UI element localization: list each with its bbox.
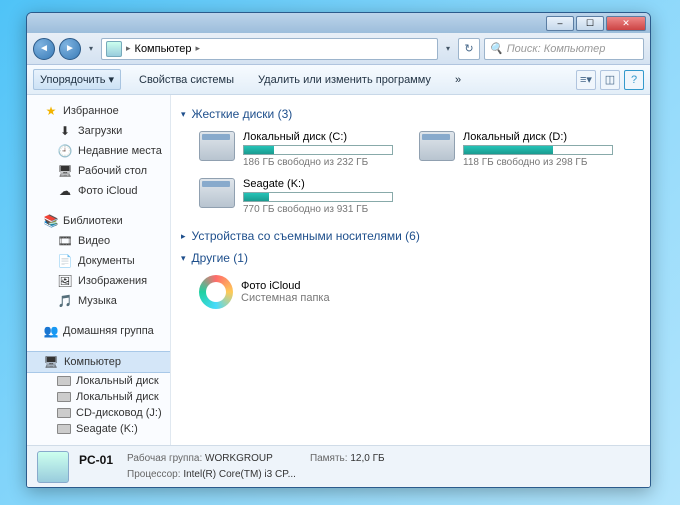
recent-icon: 🕘 xyxy=(57,143,73,159)
toolbar: Упорядочить▾ Свойства системы Удалить ил… xyxy=(27,65,650,95)
drive-free-text: 118 ГБ свободно из 298 ГБ xyxy=(463,157,619,168)
document-icon: 📄 xyxy=(57,253,73,269)
capacity-bar xyxy=(463,145,613,155)
close-button[interactable]: ✕ xyxy=(606,16,646,31)
picture-icon: 🖼 xyxy=(57,273,73,289)
organize-button[interactable]: Упорядочить▾ xyxy=(33,69,121,90)
folder-subtitle: Системная папка xyxy=(241,292,330,304)
sidebar-favorites-header[interactable]: ★ Избранное xyxy=(27,101,170,121)
drive-c[interactable]: Локальный диск (C:) 186 ГБ свободно из 2… xyxy=(199,131,399,168)
minimize-button[interactable]: – xyxy=(546,16,574,31)
capacity-bar xyxy=(243,145,393,155)
drive-icon xyxy=(57,376,71,386)
sidebar-computer-header[interactable]: 🖥 Компьютер xyxy=(27,351,170,373)
desktop-icon: 🖥 xyxy=(57,163,73,179)
content-pane: ▾ Жесткие диски (3) Локальный диск (C:) … xyxy=(171,95,650,445)
drive-d[interactable]: Локальный диск (D:) 118 ГБ свободно из 2… xyxy=(419,131,619,168)
memory-label: Память: xyxy=(310,453,348,464)
section-other[interactable]: ▾ Другие (1) xyxy=(181,247,640,269)
sidebar-item-seagate[interactable]: Seagate (K:) xyxy=(27,421,170,437)
titlebar: – ☐ ✕ xyxy=(27,13,650,33)
help-button[interactable]: ? xyxy=(624,70,644,90)
computer-icon: 🖥 xyxy=(43,354,59,370)
cpu-label: Процессор: xyxy=(127,469,181,480)
sidebar-item-desktop[interactable]: 🖥Рабочий стол xyxy=(27,161,170,181)
system-properties-button[interactable]: Свойства системы xyxy=(133,71,240,89)
computer-icon xyxy=(37,451,69,483)
preview-pane-button[interactable]: ◫ xyxy=(600,70,620,90)
search-icon: 🔍 xyxy=(489,42,503,55)
capacity-bar xyxy=(243,192,393,202)
computer-icon xyxy=(106,41,122,57)
sidebar-libraries-header[interactable]: 📚 Библиотеки xyxy=(27,211,170,231)
sidebar-homegroup-header[interactable]: 👥 Домашняя группа xyxy=(27,321,170,341)
breadcrumb[interactable]: Компьютер xyxy=(135,43,192,55)
folder-label: Фото iCloud xyxy=(241,280,330,292)
cpu-value: Intel(R) Core(TM) i3 CP... xyxy=(183,469,296,480)
view-mode-button[interactable]: ≡▾ xyxy=(576,70,596,90)
section-removable[interactable]: ▸ Устройства со съемными носителями (6) xyxy=(181,225,640,247)
search-placeholder: Поиск: Компьютер xyxy=(507,43,606,55)
drive-label: Локальный диск (D:) xyxy=(463,131,619,143)
libraries-icon: 📚 xyxy=(43,213,59,229)
forward-button[interactable]: ► xyxy=(59,38,81,60)
refresh-button[interactable]: ↻ xyxy=(458,38,480,60)
breadcrumb-sep-icon: ▸ xyxy=(126,43,131,54)
search-input[interactable]: 🔍 Поиск: Компьютер xyxy=(484,38,644,60)
sidebar-item-videos[interactable]: 🎞Видео xyxy=(27,231,170,251)
download-icon: ⬇ xyxy=(57,123,73,139)
chevron-down-icon: ▾ xyxy=(108,73,114,86)
breadcrumb-sep-icon: ▸ xyxy=(195,43,200,54)
sidebar-item-icloud-photos[interactable]: ☁Фото iCloud xyxy=(27,181,170,201)
sidebar-item-recent[interactable]: 🕘Недавние места xyxy=(27,141,170,161)
other-icloud-photos[interactable]: Фото iCloud Системная папка xyxy=(181,269,640,309)
drive-k[interactable]: Seagate (K:) 770 ГБ свободно из 931 ГБ xyxy=(199,178,399,215)
star-icon: ★ xyxy=(43,103,59,119)
navigation-pane: ★ Избранное ⬇Загрузки 🕘Недавние места 🖥Р… xyxy=(27,95,171,445)
window-body: ★ Избранное ⬇Загрузки 🕘Недавние места 🖥Р… xyxy=(27,95,650,445)
toolbar-overflow-button[interactable]: » xyxy=(449,71,467,89)
hard-disk-icon xyxy=(199,178,235,208)
sidebar-item-local-disk[interactable]: Локальный диск xyxy=(27,373,170,389)
history-dropdown-icon[interactable]: ▾ xyxy=(85,42,97,56)
navigation-bar: ◄ ► ▾ ▸ Компьютер ▸ ▾ ↻ 🔍 Поиск: Компьют… xyxy=(27,33,650,65)
cloud-icon: ☁ xyxy=(57,183,73,199)
drive-label: Seagate (K:) xyxy=(243,178,399,190)
sidebar-item-music[interactable]: 🎵Музыка xyxy=(27,291,170,311)
drive-icon xyxy=(57,392,71,402)
memory-value: 12,0 ГБ xyxy=(350,453,384,464)
section-hard-drives[interactable]: ▾ Жесткие диски (3) xyxy=(181,103,640,125)
back-button[interactable]: ◄ xyxy=(33,38,55,60)
drive-icon xyxy=(57,424,71,434)
details-pane: PC-01 Рабочая группа: WORKGROUP Память: … xyxy=(27,445,650,487)
caret-down-icon: ▾ xyxy=(181,109,186,120)
hard-disk-icon xyxy=(419,131,455,161)
maximize-button[interactable]: ☐ xyxy=(576,16,604,31)
sidebar-item-cd-drive[interactable]: CD-дисковод (J:) xyxy=(27,405,170,421)
photos-icon xyxy=(199,275,233,309)
sidebar-item-documents[interactable]: 📄Документы xyxy=(27,251,170,271)
hard-drives-group: Локальный диск (C:) 186 ГБ свободно из 2… xyxy=(181,125,640,225)
drive-free-text: 770 ГБ свободно из 931 ГБ xyxy=(243,204,399,215)
caret-down-icon: ▾ xyxy=(181,253,186,264)
drive-free-text: 186 ГБ свободно из 232 ГБ xyxy=(243,157,399,168)
cd-drive-icon xyxy=(57,408,71,418)
explorer-window: – ☐ ✕ ◄ ► ▾ ▸ Компьютер ▸ ▾ ↻ 🔍 Поиск: К… xyxy=(26,12,651,488)
pc-name: PC-01 xyxy=(79,453,113,467)
hard-disk-icon xyxy=(199,131,235,161)
sidebar-item-pictures[interactable]: 🖼Изображения xyxy=(27,271,170,291)
workgroup-value: WORKGROUP xyxy=(205,453,273,464)
address-bar[interactable]: ▸ Компьютер ▸ xyxy=(101,38,438,60)
uninstall-program-button[interactable]: Удалить или изменить программу xyxy=(252,71,437,89)
drive-label: Локальный диск (C:) xyxy=(243,131,399,143)
caret-right-icon: ▸ xyxy=(181,231,186,242)
sidebar-item-downloads[interactable]: ⬇Загрузки xyxy=(27,121,170,141)
homegroup-icon: 👥 xyxy=(43,323,59,339)
video-icon: 🎞 xyxy=(57,233,73,249)
toolbar-right: ≡▾ ◫ ? xyxy=(576,70,644,90)
music-icon: 🎵 xyxy=(57,293,73,309)
address-dropdown-icon[interactable]: ▾ xyxy=(442,42,454,56)
sidebar-item-local-disk[interactable]: Локальный диск xyxy=(27,389,170,405)
workgroup-label: Рабочая группа: xyxy=(127,453,202,464)
